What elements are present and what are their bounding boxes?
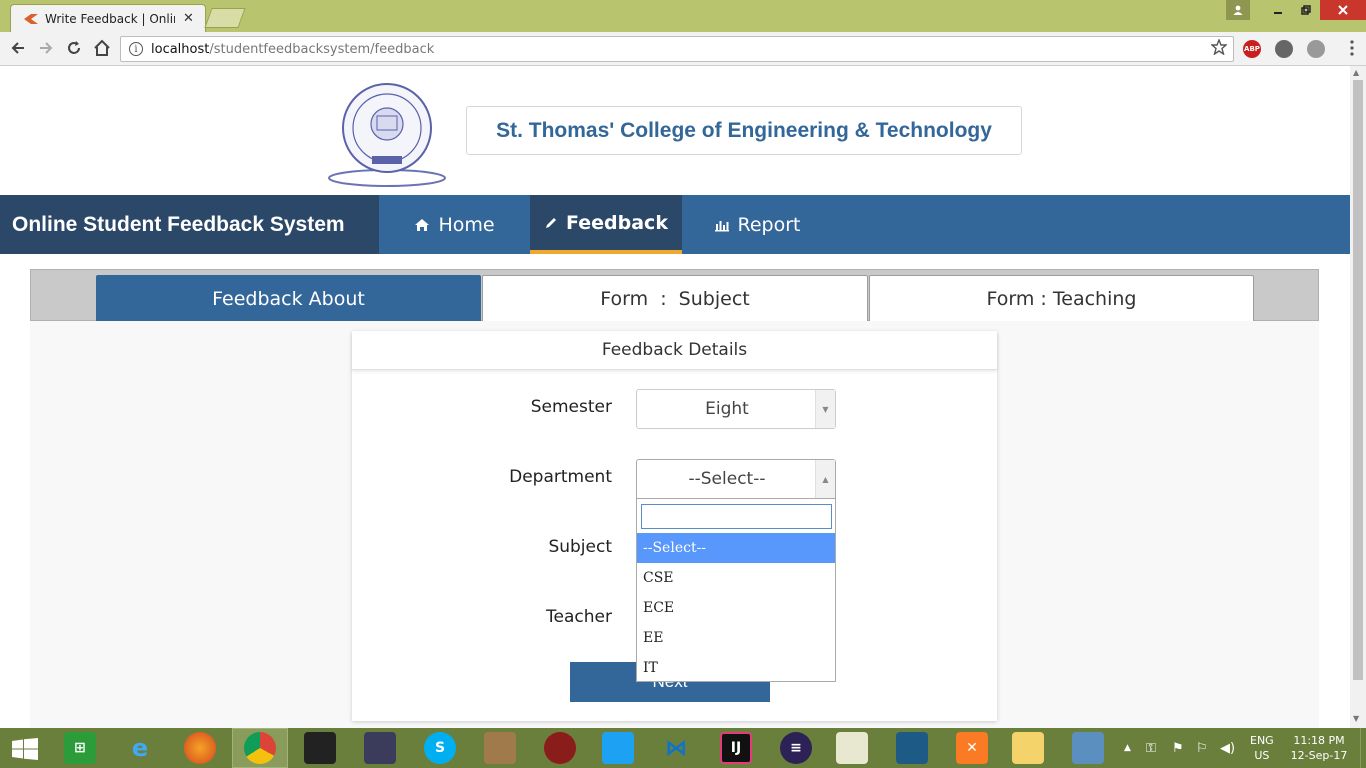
- flag-icon[interactable]: ⚑: [1172, 728, 1184, 768]
- action-center-icon[interactable]: ⚐: [1196, 728, 1208, 768]
- back-arrow-icon[interactable]: [10, 40, 26, 56]
- photos-icon[interactable]: [1072, 732, 1104, 764]
- panel-title: Feedback Details: [352, 331, 997, 370]
- nav-item-label: Home: [438, 213, 495, 236]
- dropdown-option[interactable]: --Select--: [637, 533, 835, 563]
- department-search-input[interactable]: [641, 504, 832, 529]
- network-icon[interactable]: ⚿: [1146, 728, 1156, 768]
- region-code: US: [1254, 749, 1270, 762]
- show-hidden-icons-icon[interactable]: ▲: [1124, 728, 1131, 768]
- browser-menu-icon[interactable]: [1350, 40, 1354, 56]
- app-icon[interactable]: [304, 732, 336, 764]
- forward-arrow-icon[interactable]: [38, 40, 54, 56]
- windows-taskbar: ⊞ e S ⋈ IJ ≡ ✕ ▲ ⚿ ⚑ ⚐ ◀) ENG US 11:18 P…: [0, 728, 1366, 768]
- windows-start-icon[interactable]: [12, 738, 38, 760]
- url-host: localhost: [151, 41, 210, 57]
- college-name-banner: St. Thomas' College of Engineering & Tec…: [466, 106, 1022, 155]
- twitter-icon[interactable]: [602, 732, 634, 764]
- language-code: ENG: [1250, 734, 1274, 747]
- store-icon[interactable]: ⊞: [64, 732, 96, 764]
- app-brand[interactable]: Online Student Feedback System: [0, 195, 379, 254]
- nav-item-home[interactable]: Home: [379, 195, 530, 254]
- nav-item-label: Report: [737, 213, 801, 236]
- semester-select[interactable]: Eight ▼: [636, 389, 836, 429]
- semester-value: Eight: [705, 399, 749, 419]
- dropdown-option[interactable]: ECE: [637, 593, 835, 623]
- dropdown-option[interactable]: CSE: [637, 563, 835, 593]
- college-name: St. Thomas' College of Engineering & Tec…: [496, 118, 992, 142]
- nav-item-feedback[interactable]: Feedback: [530, 195, 682, 254]
- home-icon[interactable]: [93, 39, 111, 57]
- app-icon[interactable]: [484, 732, 516, 764]
- department-label: Department: [509, 467, 612, 487]
- internet-explorer-icon[interactable]: e: [124, 732, 156, 764]
- eclipse-icon[interactable]: ≡: [780, 732, 812, 764]
- page-scrollbar[interactable]: ▲ ▼: [1350, 66, 1366, 728]
- dropdown-option[interactable]: EE: [637, 623, 835, 653]
- college-logo: [328, 83, 446, 187]
- clock-time: 11:18 PM: [1293, 734, 1345, 747]
- chevron-up-icon: ▲: [815, 460, 835, 498]
- tab-close-icon[interactable]: ✕: [183, 11, 194, 26]
- nav-item-report[interactable]: Report: [682, 195, 832, 254]
- tab-title: Write Feedback | Online: [45, 11, 175, 26]
- chrome-icon[interactable]: [244, 732, 276, 764]
- clock-date: 12-Sep-17: [1290, 749, 1348, 762]
- language-indicator[interactable]: ENG US: [1250, 728, 1274, 768]
- browser-tab[interactable]: Write Feedback | Online ✕: [10, 4, 206, 32]
- department-dropdown: --Select-- CSE ECE EE IT: [636, 498, 836, 682]
- volume-icon[interactable]: ◀): [1220, 728, 1235, 768]
- site-favicon-icon: [24, 13, 38, 24]
- dropdown-option[interactable]: IT: [637, 653, 835, 683]
- visual-studio-icon[interactable]: ⋈: [660, 732, 692, 764]
- scroll-down-icon[interactable]: ▼: [1353, 714, 1359, 723]
- teacher-label: Teacher: [546, 607, 612, 627]
- scroll-up-icon[interactable]: ▲: [1353, 68, 1359, 77]
- clock[interactable]: 11:18 PM 12-Sep-17: [1290, 728, 1348, 768]
- main-navbar: Online Student Feedback System Home Feed…: [0, 195, 1350, 254]
- app-brand-title: Online Student Feedback System: [12, 212, 345, 236]
- file-explorer-icon[interactable]: [1012, 732, 1044, 764]
- scrollbar-thumb[interactable]: [1353, 80, 1363, 680]
- app-icon[interactable]: [544, 732, 576, 764]
- browser-titlebar: Write Feedback | Online ✕: [0, 0, 1366, 32]
- subject-label: Subject: [548, 537, 612, 557]
- department-value: --Select--: [688, 469, 766, 489]
- window-close-icon[interactable]: [1320, 0, 1366, 20]
- tab-form-subject[interactable]: Form : Subject: [482, 275, 868, 321]
- nav-item-label: Feedback: [566, 211, 668, 234]
- bar-chart-icon: [714, 220, 729, 231]
- app-icon[interactable]: [364, 732, 396, 764]
- reload-icon[interactable]: [66, 40, 82, 56]
- tab-feedback-about[interactable]: Feedback About: [96, 275, 481, 321]
- semester-label: Semester: [530, 397, 612, 417]
- form-tab-bar: Feedback About Form : Subject Form : Tea…: [30, 269, 1319, 321]
- skype-icon[interactable]: S: [424, 732, 456, 764]
- firefox-icon[interactable]: [184, 732, 216, 764]
- minimize-icon[interactable]: [1264, 0, 1292, 20]
- xampp-icon[interactable]: ✕: [956, 732, 988, 764]
- home-icon: [415, 218, 430, 231]
- browser-toolbar: i localhost/studentfeedbacksystem/feedba…: [0, 32, 1366, 66]
- tab-form-teaching[interactable]: Form : Teaching: [869, 275, 1254, 321]
- site-info-icon[interactable]: i: [129, 42, 143, 56]
- adblock-extension-icon[interactable]: ABP: [1243, 40, 1261, 58]
- extension-icon[interactable]: [1307, 40, 1325, 58]
- url-path: /studentfeedbacksystem/feedback: [209, 41, 435, 57]
- address-bar[interactable]: i localhost/studentfeedbacksystem/feedba…: [120, 36, 1234, 62]
- department-select[interactable]: --Select-- ▲: [636, 459, 836, 499]
- restore-icon[interactable]: [1292, 0, 1320, 20]
- user-profile-icon[interactable]: [1226, 0, 1250, 20]
- extension-icon[interactable]: [1275, 40, 1293, 58]
- chevron-down-icon: ▼: [815, 390, 835, 428]
- window-controls: [1226, 0, 1366, 20]
- mysql-icon[interactable]: [896, 732, 928, 764]
- bookmark-star-icon[interactable]: [1211, 39, 1227, 55]
- intellij-icon[interactable]: IJ: [720, 732, 752, 764]
- app-icon[interactable]: [836, 732, 868, 764]
- pencil-icon: [546, 217, 557, 228]
- new-tab-button[interactable]: [204, 8, 246, 28]
- show-desktop-button[interactable]: [1360, 728, 1366, 768]
